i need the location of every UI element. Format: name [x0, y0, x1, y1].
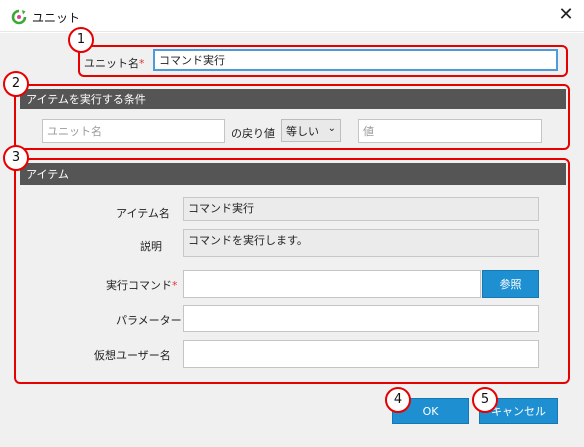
callout-badge-1: 1	[68, 27, 94, 53]
close-button[interactable]: ✕	[554, 4, 578, 28]
ok-button-label: OK	[422, 404, 439, 418]
callout-badge-4: 4	[385, 387, 411, 413]
cancel-button-label: キャンセル	[491, 405, 546, 418]
callout-frame-2	[14, 84, 570, 150]
callout-badge-2: 2	[3, 71, 29, 97]
dialog-body: ユニット名* コマンド実行 アイテムを実行する条件 ユニット名 の戻り値 等しい…	[0, 27, 584, 447]
title-bar: ユニット ✕	[0, 0, 584, 32]
callout-badge-5: 5	[472, 387, 498, 413]
callout-badge-3: 3	[3, 145, 29, 171]
refresh-icon	[11, 9, 27, 25]
callout-frame-3	[14, 158, 570, 384]
callout-frame-1	[78, 45, 568, 77]
window-title: ユニット	[32, 11, 81, 25]
